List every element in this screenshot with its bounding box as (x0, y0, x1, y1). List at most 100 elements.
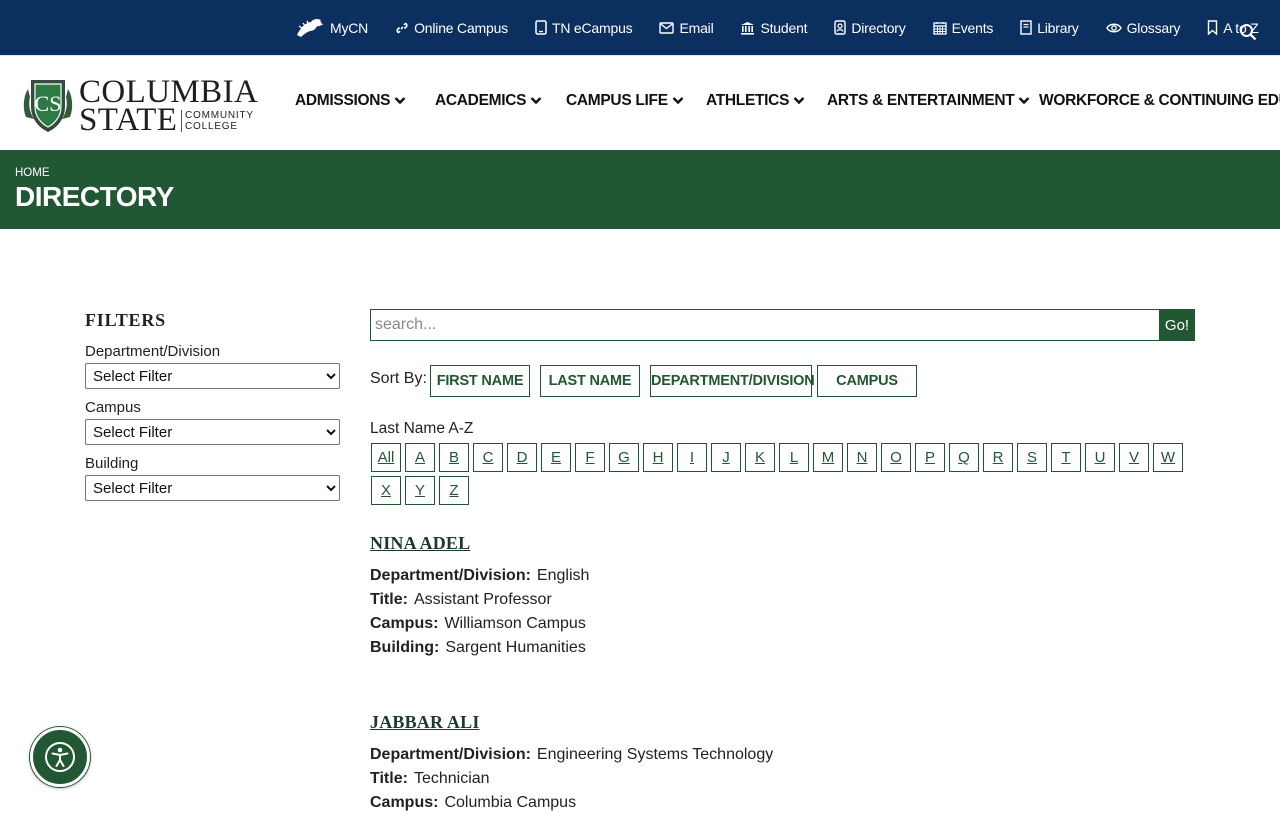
field-value: Columbia Campus (444, 794, 577, 811)
crest-monogram: CS (35, 91, 62, 116)
alphabet-letter-l[interactable]: L (779, 443, 809, 472)
nav-academics[interactable]: ACADEMICS (435, 92, 542, 110)
filters-panel: FILTERS Department/Division Select Filte… (85, 310, 341, 511)
alphabet-letter-w[interactable]: W (1153, 443, 1183, 472)
chevron-down-icon (793, 92, 805, 110)
entry-field: Campus: Williamson Campus (370, 612, 589, 636)
alphabet-letter-x[interactable]: X (371, 476, 401, 505)
alphabet-letter-f[interactable]: F (575, 443, 605, 472)
utility-link-label: Student (760, 19, 808, 36)
alphabet-letter-a[interactable]: A (405, 443, 435, 472)
nav-athletics[interactable]: ATHLETICS (706, 92, 805, 110)
charger-horse-icon (295, 17, 325, 39)
search-input[interactable] (370, 309, 1160, 341)
alphabet-letter-z[interactable]: Z (439, 476, 469, 505)
logo-community-college: COMMUNITY COLLEGE (181, 110, 254, 132)
field-key: Department/Division: (370, 567, 531, 584)
go-button[interactable]: Go! (1159, 309, 1195, 341)
nav-arts-entertainment[interactable]: ARTS & ENTERTAINMENT (827, 92, 1030, 110)
accessibility-button[interactable] (30, 727, 90, 787)
alphabet-letter-v[interactable]: V (1119, 443, 1149, 472)
page-title: DIRECTORY (15, 181, 174, 212)
entry-name-link[interactable]: NINA ADEL (370, 533, 589, 554)
alphabet-letter-o[interactable]: O (881, 443, 911, 472)
directory-search: Go! (370, 309, 1195, 341)
entry-field: Building: Sargent Humanities (370, 636, 589, 660)
nav-workforce-continuing-edu[interactable]: WORKFORCE & CONTINUING EDU (1039, 92, 1280, 110)
building-filter-select[interactable]: Select Filter (85, 475, 340, 501)
field-value: English (536, 567, 590, 584)
calendar-icon (932, 21, 947, 35)
utility-link-label: Events (951, 19, 994, 36)
field-key: Title: (370, 591, 408, 608)
logo-word-state: STATE (79, 102, 178, 138)
alphabet-label: Last Name A-Z (370, 420, 474, 437)
alphabet-letter-k[interactable]: K (745, 443, 775, 472)
alphabet-letter-m[interactable]: M (813, 443, 843, 472)
utility-link-label: Library (1037, 19, 1079, 36)
alphabet-letter-g[interactable]: G (609, 443, 639, 472)
nav-label: WORKFORCE & CONTINUING EDU (1039, 92, 1280, 109)
nav-label: ARTS & ENTERTAINMENT (827, 92, 1015, 109)
utility-link-glossary[interactable]: Glossary (1105, 19, 1181, 36)
utility-link-tn-ecampus[interactable]: TN eCampus (535, 20, 633, 36)
sort-first-name-button[interactable]: FIRST NAME (430, 365, 530, 397)
alphabet-letter-h[interactable]: H (643, 443, 673, 472)
sort-campus-button[interactable]: CAMPUS (817, 365, 917, 397)
utility-link-email[interactable]: Email (659, 19, 714, 36)
sort-department-button[interactable]: DEPARTMENT/DIVISION (650, 365, 815, 397)
campus-filter-select[interactable]: Select Filter (85, 419, 340, 445)
college-logo[interactable]: CS COLUMBIA STATE COMMUNITY COLLEGE (22, 76, 262, 138)
utility-link-online-campus[interactable]: Online Campus (395, 20, 508, 36)
field-key: Campus: (370, 794, 439, 811)
chevron-down-icon (530, 92, 542, 110)
alphabet-letter-b[interactable]: B (439, 443, 469, 472)
utility-link-library[interactable]: Library (1020, 19, 1079, 36)
building-columns-icon (740, 21, 755, 35)
sort-last-name-button[interactable]: LAST NAME (540, 365, 640, 397)
alphabet-letter-e[interactable]: E (541, 443, 571, 472)
alphabet-letter-all[interactable]: All (371, 443, 401, 472)
nav-admissions[interactable]: ADMISSIONS (295, 92, 406, 110)
main-header: CS COLUMBIA STATE COMMUNITY COLLEGE ADMIS… (0, 55, 1280, 150)
utility-link-label: Glossary (1126, 19, 1181, 36)
logo-sub-community: COMMUNITY (185, 110, 254, 121)
utility-link-mycn[interactable]: MyCN (295, 17, 368, 39)
alphabet-letter-s[interactable]: S (1017, 443, 1047, 472)
field-key: Title: (370, 770, 408, 787)
utility-link-directory[interactable]: Directory (834, 20, 906, 36)
search-icon[interactable] (1239, 23, 1257, 41)
alphabet-letter-t[interactable]: T (1051, 443, 1081, 472)
alphabet-letter-c[interactable]: C (473, 443, 503, 472)
field-value: Technician (413, 770, 490, 787)
nav-label: ADMISSIONS (295, 92, 391, 109)
alphabet-letter-d[interactable]: D (507, 443, 537, 472)
directory-entry: NINA ADEL Department/Division: English Ti… (370, 533, 589, 660)
filter-label-building: Building (85, 455, 139, 472)
entry-field: Campus: Columbia Campus (370, 791, 773, 815)
alphabet-letter-q[interactable]: Q (949, 443, 979, 472)
utility-bar: MyCN Online Campus TN eCampus Email Stud… (0, 0, 1280, 55)
sort-row: Sort By: (370, 365, 433, 397)
alphabet-letter-u[interactable]: U (1085, 443, 1115, 472)
alphabet-letter-r[interactable]: R (983, 443, 1013, 472)
alphabet-letter-j[interactable]: J (711, 443, 741, 472)
department-filter-select[interactable]: Select Filter (85, 363, 340, 389)
eye-icon (1105, 22, 1122, 34)
alphabet-letter-n[interactable]: N (847, 443, 877, 472)
link-icon (395, 21, 409, 35)
nav-campus-life[interactable]: CAMPUS LIFE (566, 92, 684, 110)
alphabet-letter-i[interactable]: I (677, 443, 707, 472)
breadcrumb-home[interactable]: HOME (15, 167, 50, 179)
alphabet-letter-y[interactable]: Y (405, 476, 435, 505)
utility-link-label: Email (679, 19, 714, 36)
nav-label: CAMPUS LIFE (566, 92, 668, 109)
entry-name-link[interactable]: JABBAR ALI (370, 712, 773, 733)
alphabet-letter-p[interactable]: P (915, 443, 945, 472)
utility-link-label: Online Campus (414, 19, 508, 36)
utility-link-events[interactable]: Events (932, 19, 994, 36)
sort-label: Sort By: (370, 370, 427, 387)
filters-heading: FILTERS (85, 310, 166, 330)
filter-label-department: Department/Division (85, 343, 221, 360)
utility-link-student[interactable]: Student (740, 19, 808, 36)
